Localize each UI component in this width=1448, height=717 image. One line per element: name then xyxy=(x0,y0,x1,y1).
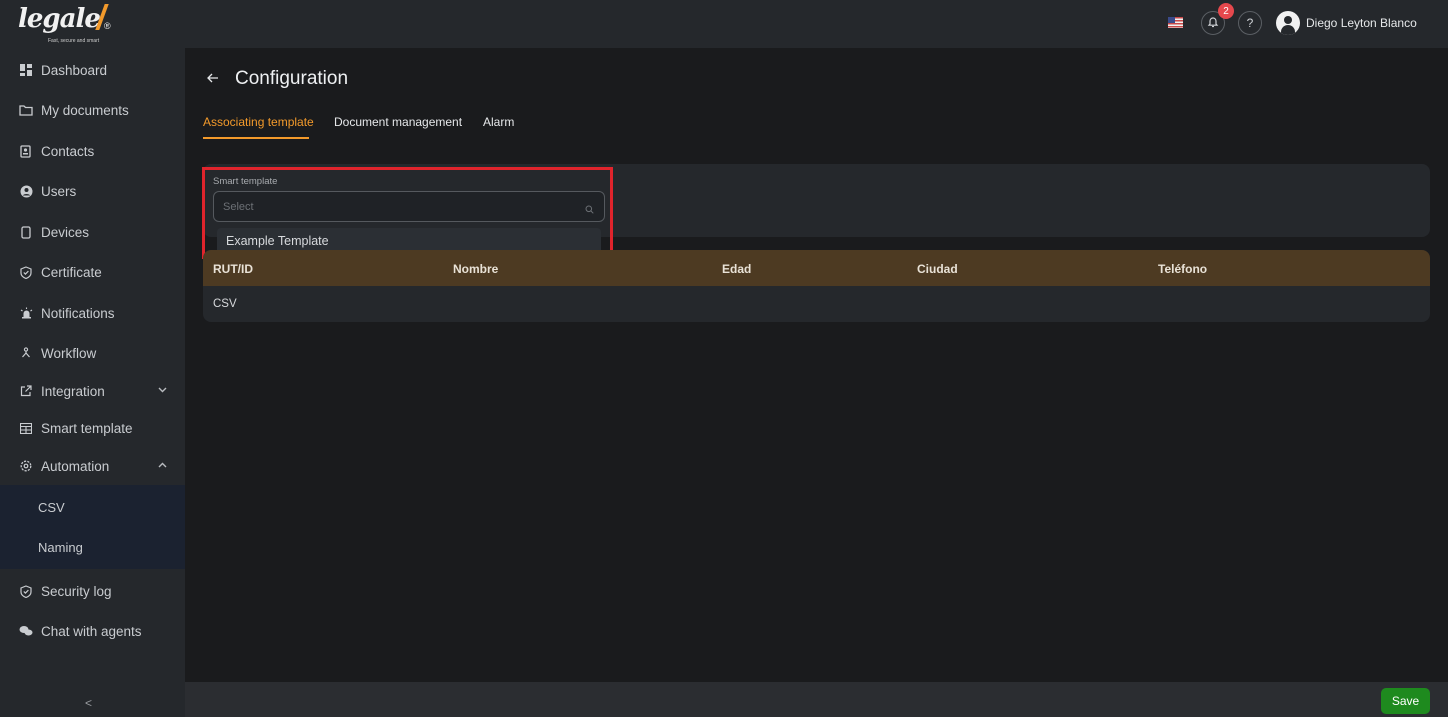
sidebar-subitem-csv[interactable]: CSV xyxy=(38,500,65,515)
sidebar-item-label: Chat with agents xyxy=(41,623,142,639)
help-button[interactable]: ? xyxy=(1238,11,1262,35)
sidebar-item-label: Smart template xyxy=(41,420,133,436)
contacts-icon xyxy=(19,144,33,158)
external-link-icon xyxy=(19,384,33,398)
device-icon xyxy=(19,225,33,239)
sidebar-item-workflow[interactable]: Workflow xyxy=(0,335,185,371)
chevron-down-icon[interactable] xyxy=(158,385,167,396)
sidebar-item-users[interactable]: Users xyxy=(0,173,185,209)
sidebar-item-notifications[interactable]: Notifications xyxy=(0,295,185,331)
column-header-ciudad: Ciudad xyxy=(917,262,958,276)
notification-count-badge: 2 xyxy=(1218,3,1234,19)
tab-document-management[interactable]: Document management xyxy=(334,115,462,129)
sidebar-item-contacts[interactable]: Contacts xyxy=(0,133,185,169)
sidebar-item-label: Workflow xyxy=(41,345,97,361)
sidebar-item-automation[interactable]: Automation xyxy=(0,448,185,484)
save-button[interactable]: Save xyxy=(1381,688,1430,714)
sidebar: legale ® Fast, secure and smart Dashboar… xyxy=(0,0,185,717)
sidebar-item-label: Devices xyxy=(41,224,90,240)
sidebar-item-label: Certificate xyxy=(41,264,102,280)
dashboard-icon xyxy=(19,63,33,77)
help-icon: ? xyxy=(1246,16,1254,30)
sidebar-item-label: My documents xyxy=(41,102,129,118)
table-header: RUT/ID Nombre Edad Ciudad Teléfono xyxy=(203,250,1430,286)
user-icon xyxy=(1284,16,1292,24)
sidebar-item-smart-template[interactable]: Smart template xyxy=(0,410,185,446)
sidebar-item-my-documents[interactable]: My documents xyxy=(0,92,185,128)
active-tab-indicator xyxy=(203,137,309,139)
chevron-up-icon[interactable] xyxy=(158,460,167,471)
sidebar-item-dashboard[interactable]: Dashboard xyxy=(0,52,185,88)
us-flag-icon[interactable] xyxy=(1168,17,1183,28)
sidebar-item-label: Contacts xyxy=(41,143,95,159)
sidebar-item-label: Dashboard xyxy=(41,62,108,78)
page-title: Configuration xyxy=(235,68,349,89)
sidebar-item-integration[interactable]: Integration xyxy=(0,373,185,409)
sidebar-item-label: Users xyxy=(41,183,77,199)
alarm-icon xyxy=(19,306,33,320)
chat-icon xyxy=(19,624,33,638)
avatar[interactable] xyxy=(1276,11,1300,35)
sidebar-item-certificate[interactable]: Certificate xyxy=(0,254,185,290)
sidebar-item-label: Notifications xyxy=(41,305,115,321)
shield-check-icon xyxy=(19,265,33,279)
folder-icon xyxy=(19,103,33,117)
sidebar-item-label: Security log xyxy=(41,583,112,599)
column-header-nombre: Nombre xyxy=(453,262,499,276)
sidebar-item-chat-with-agents[interactable]: Chat with agents xyxy=(0,613,185,649)
brand-logo[interactable]: legale ® Fast, secure and smart xyxy=(18,4,111,46)
table-cell-rut-id: CSV xyxy=(213,298,237,310)
tab-associating-template[interactable]: Associating template xyxy=(203,115,314,129)
sidebar-item-devices[interactable]: Devices xyxy=(0,214,185,250)
user-name[interactable]: Diego Leyton Blanco xyxy=(1306,16,1417,30)
tab-alarm[interactable]: Alarm xyxy=(483,115,514,129)
sidebar-item-security-log[interactable]: Security log xyxy=(0,573,185,609)
column-header-telefono: Teléfono xyxy=(1158,262,1208,276)
top-bar: 2 ? Diego Leyton Blanco xyxy=(185,0,1448,48)
sidebar-item-label: Integration xyxy=(41,383,105,399)
back-arrow-icon[interactable] xyxy=(207,70,219,87)
registered-mark: ® xyxy=(104,21,111,31)
automation-submenu: CSV Naming xyxy=(0,485,185,569)
column-header-rut-id: RUT/ID xyxy=(213,262,253,276)
column-header-edad: Edad xyxy=(722,262,752,276)
user-circle-icon xyxy=(19,184,33,198)
brand-tagline: Fast, secure and smart xyxy=(48,38,100,44)
shield-check-icon xyxy=(19,584,33,598)
sidebar-subitem-naming[interactable]: Naming xyxy=(38,540,83,555)
workflow-icon xyxy=(19,346,33,360)
highlight-box xyxy=(202,167,613,259)
sidebar-item-label: Automation xyxy=(41,458,110,474)
table-icon xyxy=(19,421,33,435)
table-row: CSV xyxy=(203,286,1430,322)
bell-icon xyxy=(1207,15,1219,31)
gear-icon xyxy=(19,459,33,473)
sidebar-collapse-button[interactable]: < xyxy=(85,696,92,710)
footer-bar: Save xyxy=(185,682,1448,717)
